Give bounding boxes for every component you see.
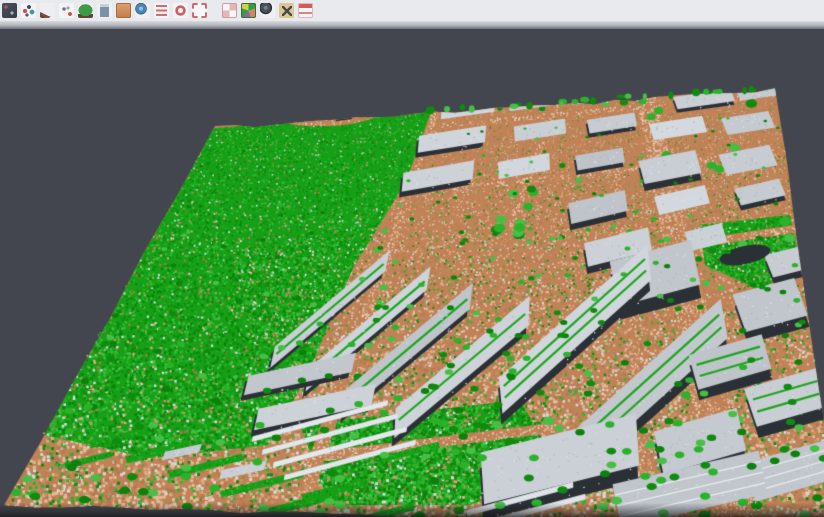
- sphere-icon[interactable]: [260, 3, 275, 18]
- remove-layer-icon[interactable]: [298, 3, 313, 18]
- sparse-points-icon[interactable]: [59, 3, 74, 18]
- application-window: [0, 0, 824, 517]
- ortho-image-icon[interactable]: [116, 3, 131, 18]
- colored-points-icon[interactable]: [21, 3, 36, 18]
- classification-map-icon[interactable]: [241, 3, 256, 18]
- checker-grid-icon[interactable]: [222, 3, 237, 18]
- dark-cube-icon[interactable]: [2, 3, 17, 18]
- gear-icon[interactable]: [173, 3, 188, 18]
- red-list-icon[interactable]: [154, 3, 169, 18]
- selection-box-icon[interactable]: [192, 3, 207, 18]
- toolbar-group-gap: [211, 10, 218, 11]
- point-cloud-canvas[interactable]: [0, 29, 824, 517]
- clear-cross-icon[interactable]: [279, 3, 294, 18]
- toolbar-edge: [0, 21, 824, 29]
- mountain-icon[interactable]: [40, 3, 55, 18]
- globe-icon[interactable]: [135, 3, 150, 18]
- 3d-viewport[interactable]: [0, 29, 824, 517]
- main-toolbar: [0, 0, 824, 21]
- terrain-hill-icon[interactable]: [78, 3, 93, 18]
- column-icon[interactable]: [97, 3, 112, 18]
